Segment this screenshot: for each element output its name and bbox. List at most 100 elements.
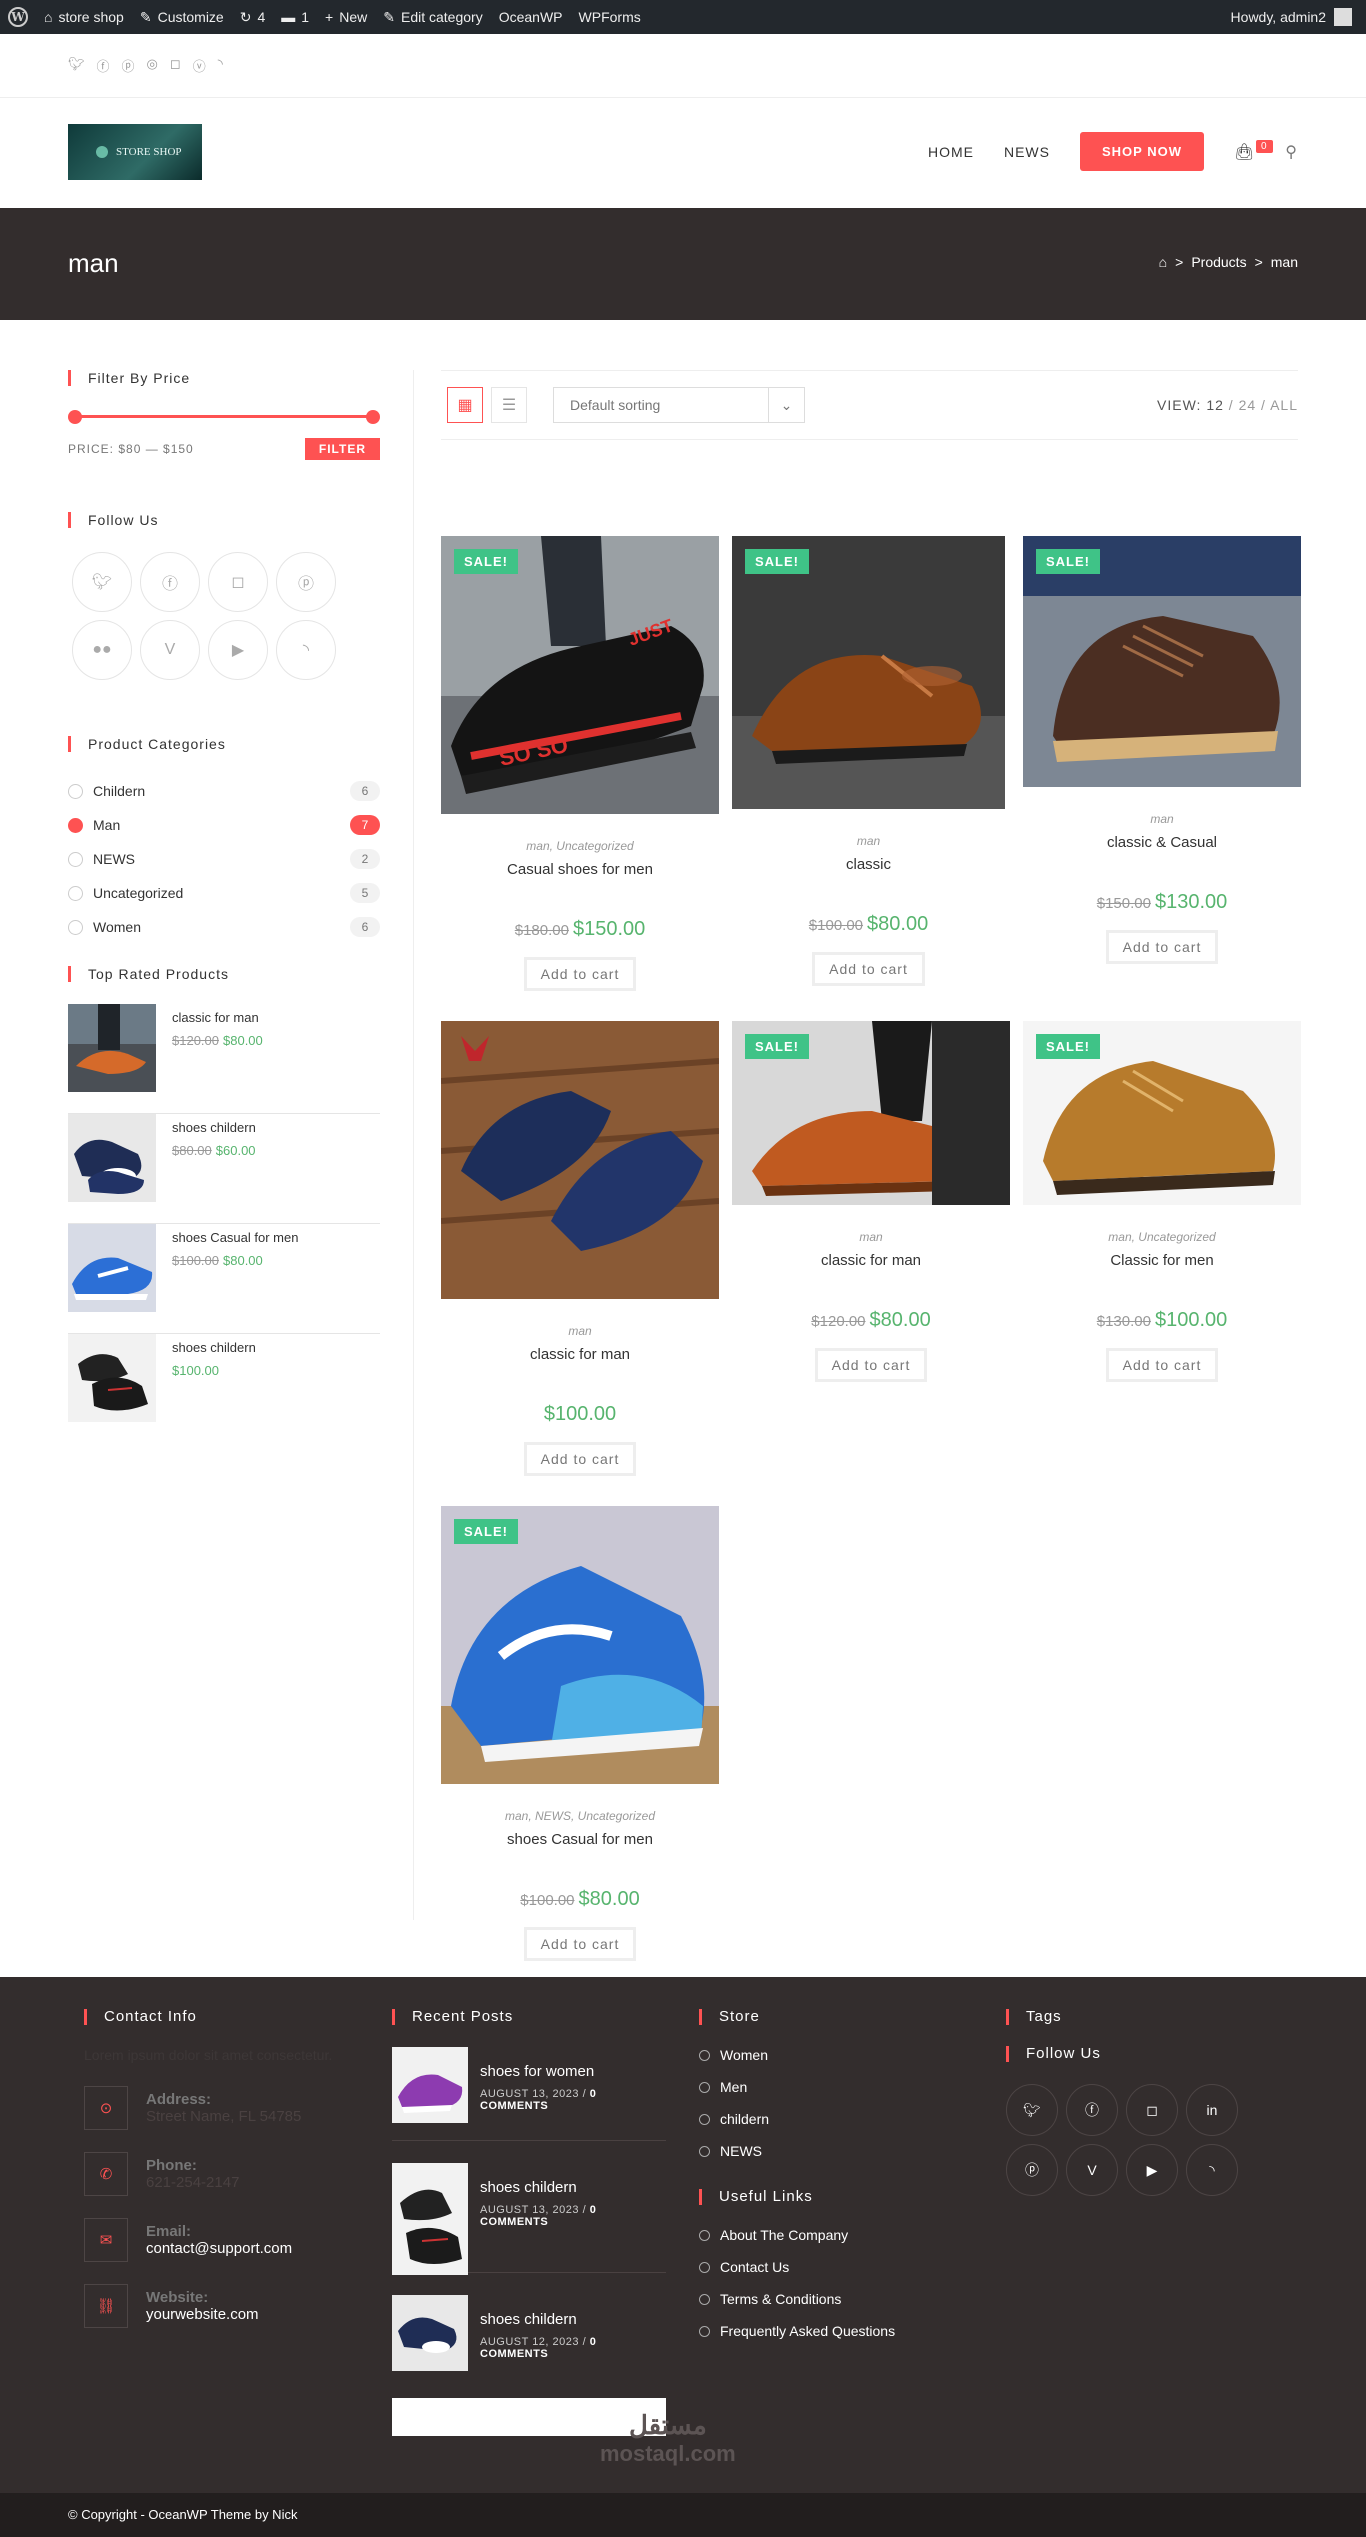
link-about[interactable]: About The Company [699,2219,979,2251]
product-image[interactable]: SALE! [1023,536,1301,790]
add-to-cart-button[interactable]: Add to cart [523,1927,637,1961]
product-categories[interactable]: man, Uncategorized [441,839,719,853]
pinterest-icon[interactable]: ⓟ [122,56,135,75]
instagram-icon[interactable]: ◻ [208,552,268,612]
email-value[interactable]: contact@support.com [146,2240,292,2257]
list-item[interactable]: shoes Casual for men $100.00 $80.00 [68,1224,380,1334]
product-image[interactable]: SALE! [732,536,1005,812]
vine-icon[interactable]: V [1066,2144,1118,2196]
linkedin-icon[interactable]: in [1186,2084,1238,2136]
add-to-cart-button[interactable]: Add to cart [523,1442,637,1476]
add-to-cart-button[interactable]: Add to cart [814,1348,928,1382]
store-link-men[interactable]: Men [699,2071,979,2103]
add-to-cart-button[interactable]: Add to cart [812,952,925,986]
youtube-icon[interactable]: ▶ [1126,2144,1178,2196]
product-title[interactable]: Classic for men [1023,1252,1301,1269]
wpforms-link[interactable]: WPForms [571,0,649,34]
comments-link[interactable]: ▬ 1 [273,0,317,34]
rss-icon[interactable]: ◝ [1186,2144,1238,2196]
product-title[interactable]: classic for man [441,1346,719,1363]
product-image[interactable] [440,1021,720,1302]
oceanwp-link[interactable]: OceanWP [491,0,571,34]
price-slider-min-handle[interactable] [68,410,82,424]
home-icon[interactable]: ⌂ [1159,254,1167,270]
breadcrumb-products[interactable]: Products [1191,254,1246,270]
list-view-button[interactable]: ☰ [491,387,527,423]
twitter-icon[interactable]: 🐦︎ [72,552,132,612]
list-item[interactable]: shoes childern AUGUST 13, 2023 / 0 COMMEN… [392,2141,666,2275]
link-terms[interactable]: Terms & Conditions [699,2283,979,2315]
product-categories[interactable]: man [732,834,1005,848]
youtube-icon[interactable]: ▶ [208,620,268,680]
site-logo[interactable]: STORE SHOP [68,124,202,180]
category-childern[interactable]: Childern 6 [68,774,380,808]
link-contact[interactable]: Contact Us [699,2251,979,2283]
product-image[interactable]: SALE! [732,1021,1010,1208]
sort-select[interactable]: Default sorting ⌄ [553,387,805,423]
view-all-link[interactable]: ALL [1270,397,1298,413]
add-to-cart-button[interactable]: Add to cart [523,957,637,991]
vimeo-icon[interactable]: ⓥ [193,56,206,75]
search-icon[interactable]: ⚲ [1285,142,1298,162]
rss-icon[interactable]: ◝ [276,620,336,680]
grid-view-button[interactable]: ▦ [447,387,483,423]
product-title[interactable]: classic for man [732,1252,1010,1269]
vine-icon[interactable]: V [140,620,200,680]
category-uncategorized[interactable]: Uncategorized 5 [68,876,380,910]
product-title[interactable]: classic & Casual [1023,834,1301,851]
new-content-link[interactable]: + New [317,0,375,34]
pinterest-icon[interactable]: ⓟ [276,552,336,612]
product-title[interactable]: shoes Casual for men [441,1831,719,1848]
price-slider[interactable] [68,410,380,424]
product-image[interactable]: SO SO JUST SALE! [441,536,719,817]
add-to-cart-button[interactable]: Add to cart [1105,1348,1219,1382]
shop-now-button[interactable]: SHOP NOW [1079,132,1204,171]
list-item[interactable]: classic for man $120.00 $80.00 [68,1004,380,1114]
view-24-link[interactable]: 24 [1239,397,1257,413]
category-man[interactable]: Man 7 [68,808,380,842]
account-menu[interactable]: Howdy, admin2 [1231,8,1366,26]
list-item[interactable]: shoes childern AUGUST 12, 2023 / 0 COMMEN… [392,2273,666,2389]
product-categories[interactable]: man, Uncategorized [1023,1230,1301,1244]
store-link-childern[interactable]: childern [699,2103,979,2135]
product-categories[interactable]: man [441,1324,719,1338]
pinterest-icon[interactable]: ⓟ [1006,2144,1058,2196]
product-title[interactable]: classic [732,856,1005,873]
view-12-link[interactable]: 12 [1206,397,1224,413]
edit-category-link[interactable]: ✎ Edit category [375,0,490,34]
product-title[interactable]: Casual shoes for men [441,861,719,878]
customize-link[interactable]: ✎ Customize [132,0,232,34]
price-slider-max-handle[interactable] [366,410,380,424]
twitter-icon[interactable]: 🐦︎ [68,56,85,75]
flickr-icon[interactable]: ●● [72,620,132,680]
store-link-women[interactable]: Women [699,2039,979,2071]
category-news[interactable]: NEWS 2 [68,842,380,876]
product-categories[interactable]: man, NEWS, Uncategorized [441,1809,719,1823]
facebook-icon[interactable]: ⓕ [97,56,110,75]
website-value[interactable]: yourwebsite.com [146,2306,259,2323]
site-name-link[interactable]: ⌂ store shop [36,0,132,34]
rss-icon[interactable]: ◝ [218,56,223,75]
category-women[interactable]: Women 6 [68,910,380,944]
add-to-cart-button[interactable]: Add to cart [1105,930,1219,964]
product-categories[interactable]: man [732,1230,1010,1244]
dribbble-icon[interactable]: ◎ [147,56,158,75]
instagram-icon[interactable]: ◻ [1126,2084,1178,2136]
nav-home[interactable]: HOME [928,144,974,160]
list-item[interactable]: shoes for women AUGUST 13, 2023 / 0 COMME… [392,2025,666,2141]
updates-link[interactable]: ↻ 4 [232,0,274,34]
cart-link[interactable]: 👜︎ 0 [1234,139,1273,162]
facebook-icon[interactable]: ⓕ [140,552,200,612]
twitter-icon[interactable]: 🐦︎ [1006,2084,1058,2136]
product-image[interactable]: SALE! [1023,1021,1301,1208]
wordpress-menu[interactable]: W [0,0,36,34]
list-item[interactable]: shoes childern $100.00 [68,1334,380,1444]
instagram-icon[interactable]: ◻ [170,56,181,75]
list-item[interactable]: shoes childern $80.00 $60.00 [68,1114,380,1224]
nav-news[interactable]: NEWS [1004,144,1050,160]
filter-button[interactable]: FILTER [304,438,380,460]
store-link-news[interactable]: NEWS [699,2135,979,2167]
product-image[interactable]: SALE! [441,1506,719,1787]
link-faq[interactable]: Frequently Asked Questions [699,2315,979,2347]
facebook-icon[interactable]: ⓕ [1066,2084,1118,2136]
